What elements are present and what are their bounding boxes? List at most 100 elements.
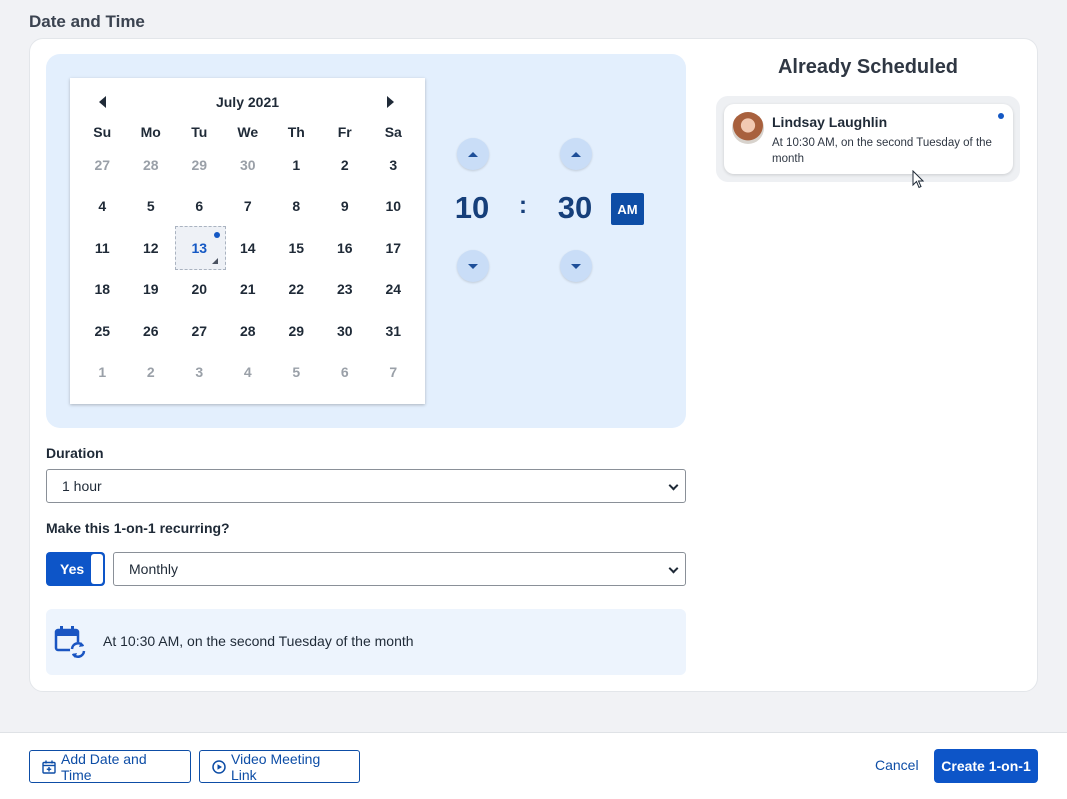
weekday-header: We <box>237 124 259 140</box>
calendar-day[interactable]: 6 <box>175 186 224 228</box>
weekday-header: Su <box>93 124 112 140</box>
add-date-time-label: Add Date and Time <box>61 750 147 783</box>
calendar-day[interactable]: 2 <box>127 352 176 394</box>
calendar-day[interactable]: 18 <box>78 269 127 311</box>
calendar-day[interactable]: 7 <box>224 186 273 228</box>
calendar-day[interactable]: 26 <box>127 310 176 352</box>
calendar-day[interactable]: 27 <box>175 310 224 352</box>
calendar-day[interactable]: 27 <box>78 144 127 186</box>
hour-increment-button[interactable] <box>457 138 489 170</box>
calendar-day[interactable]: 29 <box>272 310 321 352</box>
time-separator: : <box>519 192 527 219</box>
weekday-header: Fr <box>337 124 352 140</box>
calendar-day[interactable]: 6 <box>321 352 370 394</box>
calendar-repeat-icon <box>54 626 86 658</box>
calendar-day[interactable]: 30 <box>321 310 370 352</box>
calendar-day[interactable]: 1 <box>272 144 321 186</box>
scheduled-item-name: Lindsay Laughlin <box>772 114 888 130</box>
duration-select[interactable]: 1 hour <box>46 469 686 503</box>
calendar-day[interactable]: 21 <box>224 269 273 311</box>
calendar-day[interactable]: 25 <box>78 310 127 352</box>
calendar-day[interactable]: 5 <box>127 186 176 228</box>
calendar-day[interactable]: 7 <box>369 352 418 394</box>
calendar-day[interactable]: 30 <box>224 144 273 186</box>
minute-value[interactable]: 30 <box>545 190 605 226</box>
recurrence-frequency-select[interactable]: Monthly <box>113 552 686 586</box>
calendar-grid: Su Mo Tu We Th Fr Sa 27 28 29 30 1 2 3 4 5 6 7 8 9 10 11 12 13 1… <box>78 120 418 393</box>
calendar-day[interactable]: 5 <box>272 352 321 394</box>
calendar-day[interactable]: 16 <box>321 227 370 269</box>
arrow-right-icon <box>386 96 394 108</box>
calendar-header: July 2021 <box>70 78 425 126</box>
calendar-day[interactable]: 4 <box>224 352 273 394</box>
minute-decrement-button[interactable] <box>560 250 592 282</box>
calendar-day-number: 29 <box>191 156 208 173</box>
calendar-day[interactable]: 3 <box>369 144 418 186</box>
video-meeting-link-button[interactable]: Video Meeting Link <box>199 750 360 783</box>
mouse-cursor-icon <box>912 170 924 189</box>
chevron-down-icon <box>668 480 679 491</box>
calendar-day-number: 5 <box>292 364 301 381</box>
calendar-day-number: 15 <box>288 239 305 256</box>
calendar-day[interactable]: 31 <box>369 310 418 352</box>
calendar-day-number: 7 <box>389 364 398 381</box>
calendar-day-selected[interactable]: 13 <box>175 226 226 270</box>
scheduled-item[interactable]: Lindsay Laughlin At 10:30 AM, on the sec… <box>724 104 1013 174</box>
weekday-header: Sa <box>384 124 402 140</box>
avatar <box>732 112 764 144</box>
calendar-day[interactable]: 29 <box>175 144 224 186</box>
calendar-day[interactable]: 20 <box>175 269 224 311</box>
calendar-day[interactable]: 3 <box>175 352 224 394</box>
calendar-day[interactable]: 17 <box>369 227 418 269</box>
calendar-day[interactable]: 8 <box>272 186 321 228</box>
calendar-day[interactable]: 28 <box>224 310 273 352</box>
calendar-day-number: 6 <box>340 364 349 381</box>
next-month-button[interactable] <box>382 94 398 110</box>
calendar-day-number: 23 <box>336 281 353 298</box>
calendar-day[interactable]: 9 <box>321 186 370 228</box>
calendar-day-number: 27 <box>94 156 111 173</box>
recurrence-summary: At 10:30 AM, on the second Tuesday of th… <box>46 609 686 675</box>
hour-decrement-button[interactable] <box>457 250 489 282</box>
add-date-time-button[interactable]: Add Date and Time <box>29 750 191 783</box>
calendar-day[interactable]: 10 <box>369 186 418 228</box>
calendar: July 2021 Su Mo Tu We Th Fr Sa 27 28 29 30 1 2 3 4 5 6 7 8… <box>70 78 425 404</box>
calendar-day[interactable]: 11 <box>78 227 127 269</box>
create-1-on-1-button[interactable]: Create 1-on-1 <box>934 749 1038 783</box>
calendar-day-number: 1 <box>292 156 301 173</box>
minute-increment-button[interactable] <box>560 138 592 170</box>
calendar-day-number: 25 <box>94 322 111 339</box>
cancel-button[interactable]: Cancel <box>875 757 919 773</box>
weekday-header: Tu <box>191 124 208 140</box>
calendar-day[interactable]: 4 <box>78 186 127 228</box>
frequency-select-value: Monthly <box>129 561 179 577</box>
calendar-day[interactable]: 22 <box>272 269 321 311</box>
calendar-day-number: 1 <box>98 364 107 381</box>
calendar-day-number: 13 <box>191 239 208 256</box>
recurring-toggle[interactable]: Yes <box>46 552 105 586</box>
already-scheduled-title: Already Scheduled <box>777 56 959 78</box>
calendar-day-number: 17 <box>385 239 402 256</box>
calendar-day-number: 28 <box>142 156 159 173</box>
calendar-day[interactable]: 1 <box>78 352 127 394</box>
calendar-day-number: 8 <box>292 198 301 215</box>
hour-value[interactable]: 10 <box>442 190 502 226</box>
calendar-day[interactable]: 14 <box>224 227 273 269</box>
calendar-day-number: 20 <box>191 281 208 298</box>
corner-triangle-icon <box>211 257 218 264</box>
calendar-day[interactable]: 15 <box>272 227 321 269</box>
calendar-day[interactable]: 19 <box>127 269 176 311</box>
duration-label: Duration <box>46 445 104 461</box>
am-pm-toggle[interactable]: AM <box>611 193 644 225</box>
calendar-day[interactable]: 24 <box>369 269 418 311</box>
calendar-day-number: 10 <box>385 198 402 215</box>
calendar-day[interactable]: 12 <box>127 227 176 269</box>
calendar-day[interactable]: 28 <box>127 144 176 186</box>
calendar-day-number: 29 <box>288 322 305 339</box>
calendar-day-number: 4 <box>243 364 252 381</box>
calendar-day[interactable]: 2 <box>321 144 370 186</box>
play-circle-icon <box>212 759 226 774</box>
calendar-day[interactable]: 23 <box>321 269 370 311</box>
calendar-day-number: 5 <box>146 198 155 215</box>
video-meeting-link-label: Video Meeting Link <box>231 750 321 783</box>
